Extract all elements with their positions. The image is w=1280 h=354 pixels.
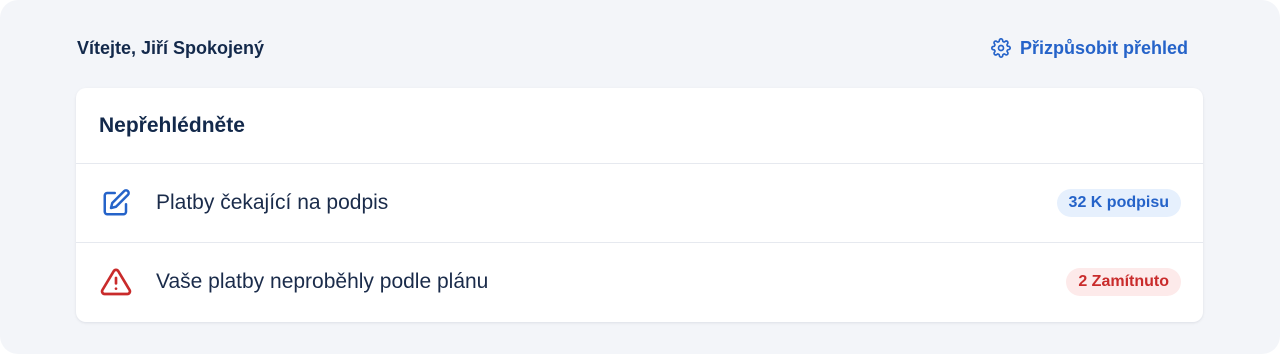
- card-header: Nepřehlédněte: [76, 88, 1203, 164]
- dont-miss-card: Nepřehlédněte Platby čekající na podpis …: [76, 88, 1203, 322]
- edit-icon: [100, 187, 132, 219]
- list-item-label: Vaše platby neproběhly podle plánu: [156, 269, 489, 293]
- welcome-heading: Vítejte, Jiří Spokojený: [77, 38, 265, 58]
- list-item-pending-signatures[interactable]: Platby čekající na podpis 32 K podpisu: [76, 164, 1203, 242]
- gear-icon: [991, 38, 1011, 58]
- card-title: Nepřehlédněte: [99, 113, 245, 137]
- count-badge: 32 K podpisu: [1056, 189, 1181, 217]
- dashboard-panel: Vítejte, Jiří Spokojený Přizpůsobit přeh…: [0, 0, 1280, 354]
- status-badge: 2 Zamítnuto: [1066, 267, 1181, 296]
- list-item-label: Platby čekající na podpis: [156, 191, 389, 214]
- customize-overview-link[interactable]: Přizpůsobit přehled: [991, 36, 1188, 60]
- list-item-failed-payments[interactable]: Vaše platby neproběhly podle plánu 2 Zam…: [76, 242, 1203, 320]
- customize-label: Přizpůsobit přehled: [1019, 38, 1188, 58]
- warning-icon: [100, 266, 132, 298]
